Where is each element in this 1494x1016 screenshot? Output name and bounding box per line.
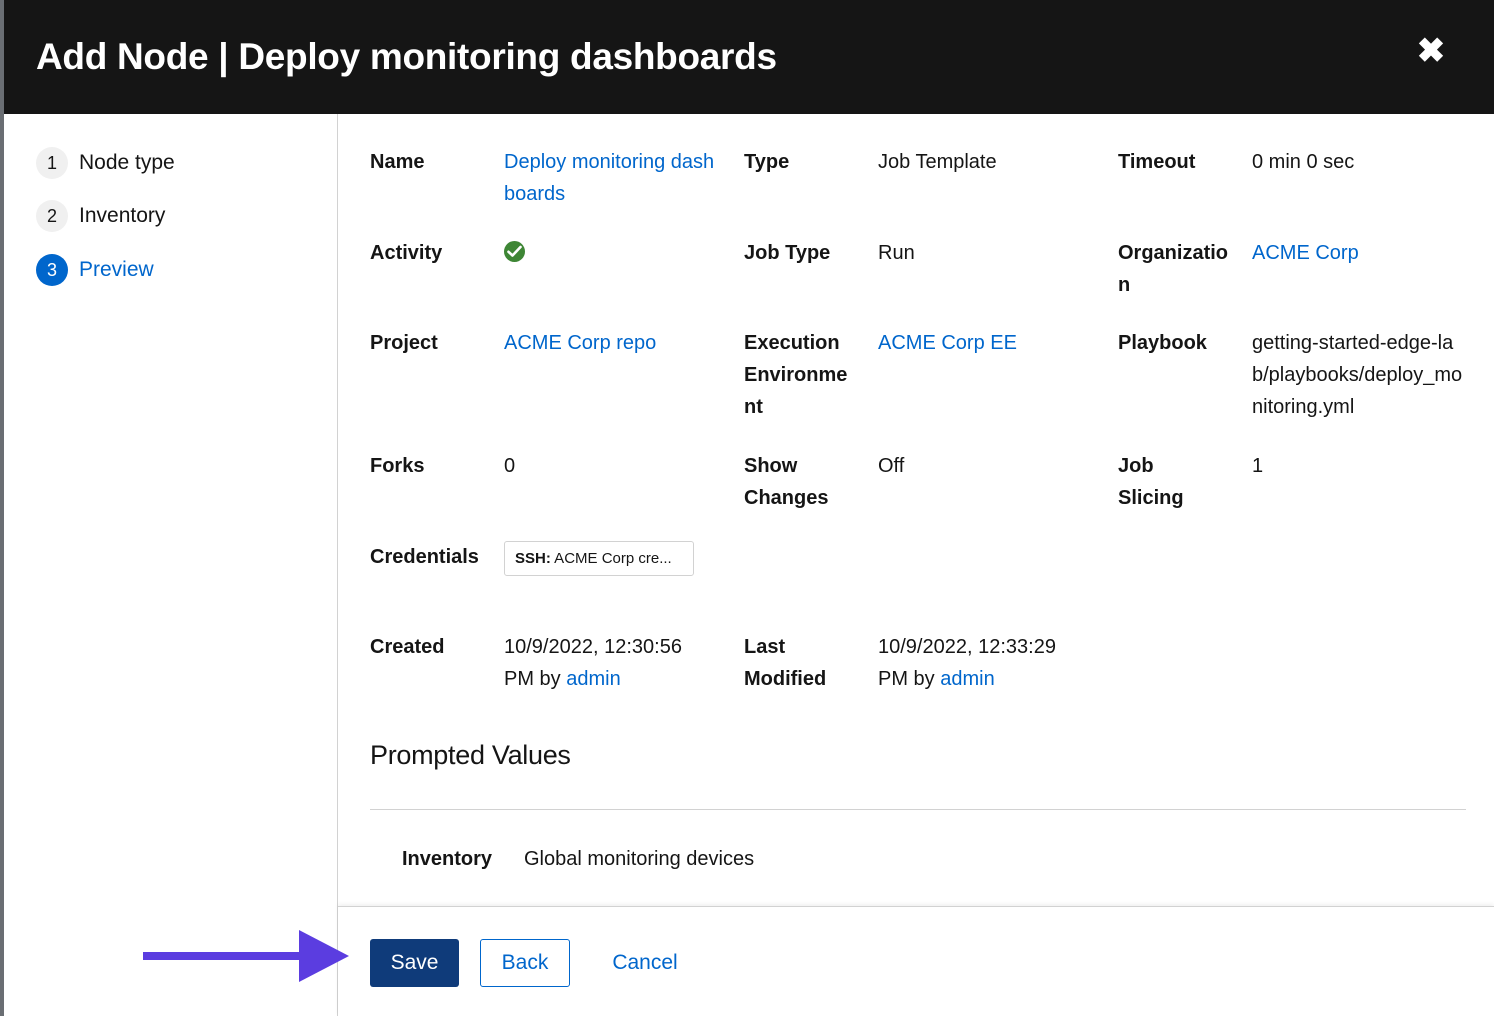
annotation-arrow-icon <box>143 930 349 982</box>
detail-term-forks: Forks <box>370 455 425 477</box>
back-button[interactable]: Back <box>480 939 570 987</box>
detail-value-show-changes: Off <box>878 455 905 477</box>
detail-term-type: Type <box>744 151 790 173</box>
prompted-value-inventory: Global monitoring devices <box>524 848 755 870</box>
detail-value-type: Job Template <box>878 151 997 173</box>
close-icon[interactable]: ✖ <box>1416 34 1446 68</box>
check-circle-icon <box>504 241 525 262</box>
detail-term-created: Created <box>370 636 445 658</box>
project-link[interactable]: ACME Corp repo <box>504 327 720 359</box>
detail-term-timeout: Timeout <box>1118 151 1196 173</box>
detail-term-organization: Organization <box>1118 242 1229 296</box>
template-name-link[interactable]: Deploy monitoring dashboards <box>504 146 720 210</box>
wizard-footer: Save Back Cancel <box>338 906 1494 1016</box>
step-number: 2 <box>36 200 68 232</box>
execution-environment-link[interactable]: ACME Corp EE <box>878 327 1094 359</box>
detail-term-activity: Activity <box>370 242 443 264</box>
detail-term-show-changes: Show Changes <box>744 455 829 509</box>
credential-chip-value: ACME Corp cre... <box>550 550 672 567</box>
wizard-nav: 1 Node type 2 Inventory 3 Preview <box>4 114 338 1016</box>
detail-value-playbook: getting-started-edge-lab/playbooks/deplo… <box>1252 332 1463 418</box>
detail-term-playbook: Playbook <box>1118 332 1207 354</box>
step-number: 3 <box>36 254 68 286</box>
organization-link[interactable]: ACME Corp <box>1252 237 1472 269</box>
created-by-user-link[interactable]: admin <box>566 668 620 690</box>
step-number: 1 <box>36 147 68 179</box>
modified-by-user-link[interactable]: admin <box>940 668 994 690</box>
detail-term-project: Project <box>370 332 438 354</box>
detail-value-last-modified: 10/9/2022, 12:33:29 PM by admin <box>878 631 1090 695</box>
detail-term-execution-environment: Execution Environment <box>744 332 848 418</box>
cancel-button[interactable]: Cancel <box>600 939 690 987</box>
credential-chip-type: SSH: <box>515 550 551 567</box>
credential-chip[interactable]: SSH: ACME Corp cre... <box>504 541 694 576</box>
prompted-term-inventory: Inventory <box>402 848 493 870</box>
detail-term-credentials: Credentials <box>370 546 479 568</box>
preview-content: Name Deploy monitoring dashboards Type J… <box>338 114 1494 906</box>
detail-term-last-modified: Last Modified <box>744 636 827 690</box>
prompted-values-title: Prompted Values <box>370 740 571 770</box>
detail-value-forks: 0 <box>504 455 516 477</box>
detail-value-timeout: 0 min 0 sec <box>1252 151 1355 173</box>
modal-title: Add Node | Deploy monitoring dashboards <box>36 36 777 77</box>
detail-term-job-type: Job Type <box>744 242 831 264</box>
wizard-step-node-type[interactable]: 1 Node type <box>36 146 175 180</box>
wizard-step-inventory[interactable]: 2 Inventory <box>36 199 165 233</box>
save-button[interactable]: Save <box>370 939 459 987</box>
wizard-step-preview[interactable]: 3 Preview <box>36 253 154 287</box>
detail-value-created: 10/9/2022, 12:30:56 PM by admin <box>504 631 716 695</box>
section-divider <box>370 809 1466 810</box>
step-label: Inventory <box>79 204 166 227</box>
step-label: Preview <box>79 258 154 281</box>
detail-term-name: Name <box>370 151 425 173</box>
detail-value-job-slicing: 1 <box>1252 455 1264 477</box>
step-label: Node type <box>79 151 175 174</box>
detail-value-job-type: Run <box>878 242 915 264</box>
modal-header: Add Node | Deploy monitoring dashboards … <box>4 0 1494 114</box>
detail-term-job-slicing: Job Slicing <box>1118 455 1184 509</box>
